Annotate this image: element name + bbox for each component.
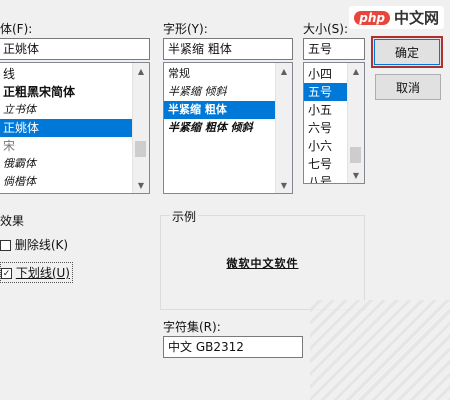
underline-label: 下划线(U) — [15, 266, 70, 280]
effects-label: 效果 — [0, 214, 25, 228]
style-list-item[interactable]: 半紧缩 粗体 — [164, 101, 292, 119]
size-list-scrollbar[interactable]: ▲ ▼ — [347, 63, 364, 183]
strikeout-checkbox[interactable] — [0, 240, 11, 251]
font-size-list[interactable]: 小四 五号 小五 六号 小六 七号 八号 ▲ ▼ — [303, 62, 365, 184]
underline-option[interactable]: ✓ 下划线(U) — [0, 262, 73, 283]
style-list-item[interactable]: 半紧缩 倾斜 — [164, 83, 292, 101]
style-list-scrollbar[interactable]: ▲ ▼ — [275, 63, 292, 193]
php-watermark-logo: php 中文网 — [349, 6, 444, 29]
font-list-item[interactable]: 宋 — [0, 137, 149, 155]
font-list-scrollbar[interactable]: ▲ ▼ — [132, 63, 149, 193]
scroll-thumb[interactable] — [135, 141, 146, 157]
scroll-thumb[interactable] — [350, 147, 361, 163]
background-stripes — [310, 300, 450, 400]
scroll-down-icon[interactable]: ▼ — [276, 177, 292, 193]
font-name-input[interactable]: 正姚体 — [0, 38, 150, 60]
sample-text: 微软中文软件 — [226, 257, 299, 270]
style-list-item[interactable]: 半紧缩 粗体 倾斜 — [164, 119, 292, 137]
font-name-list[interactable]: 线正粗黑宋简体 立书体 正姚体宋俄霸体 倘楷体 ▲ ▼ — [0, 62, 150, 194]
font-style-list[interactable]: 常规 半紧缩 倾斜 半紧缩 粗体 半紧缩 粗体 倾斜 ▲ ▼ — [163, 62, 293, 194]
charset-label: 字符集(R): — [163, 320, 221, 334]
font-size-input[interactable]: 五号 — [303, 38, 365, 60]
check-icon: ✓ — [2, 268, 11, 279]
font-list-item[interactable]: 倘楷体 — [0, 173, 149, 191]
charset-select[interactable]: 中文 GB2312 — [163, 336, 303, 358]
font-label: 体(F): — [0, 22, 33, 36]
strikeout-label: 删除线(K) — [14, 238, 69, 252]
font-list-item[interactable]: 俄霸体 — [0, 155, 149, 173]
font-list-item[interactable]: 线 — [0, 65, 149, 83]
style-list-item[interactable]: 常规 — [164, 65, 292, 83]
font-style-input[interactable]: 半紧缩 粗体 — [163, 38, 293, 60]
sample-label: 示例 — [170, 208, 199, 225]
scroll-up-icon[interactable]: ▲ — [133, 63, 149, 79]
scroll-up-icon[interactable]: ▲ — [276, 63, 292, 79]
cancel-button[interactable]: 取消 — [375, 74, 441, 100]
scroll-down-icon[interactable]: ▼ — [348, 167, 364, 183]
scroll-up-icon[interactable]: ▲ — [348, 63, 364, 79]
font-list-item[interactable]: 正粗黑宋简体 — [0, 83, 149, 101]
font-list-item[interactable]: 立书体 — [0, 101, 149, 119]
style-label: 字形(Y): — [163, 22, 208, 36]
ok-button[interactable]: 确定 — [371, 36, 443, 68]
scroll-down-icon[interactable]: ▼ — [133, 177, 149, 193]
underline-checkbox[interactable]: ✓ — [1, 268, 12, 279]
strikeout-option[interactable]: 删除线(K) — [0, 236, 68, 253]
size-label: 大小(S): — [303, 22, 349, 36]
font-list-item[interactable]: 正姚体 — [0, 119, 149, 137]
